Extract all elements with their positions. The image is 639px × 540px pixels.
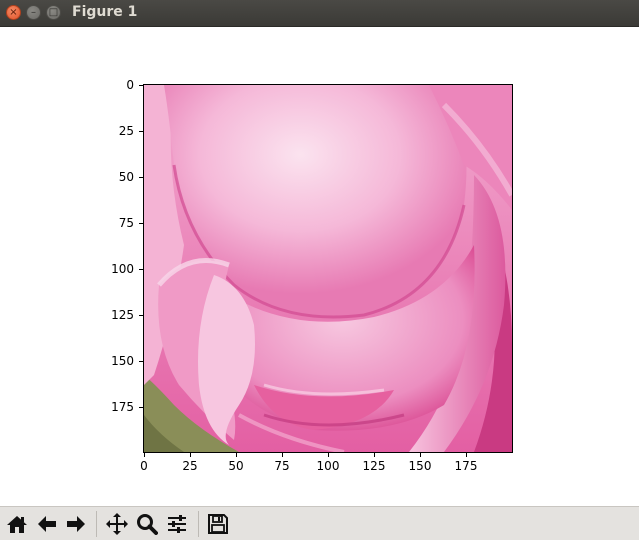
y-tick-label: 25 xyxy=(118,124,134,138)
y-tick-mark xyxy=(139,131,143,132)
x-tick-mark xyxy=(328,453,329,457)
y-tick-label: 175 xyxy=(111,400,134,414)
x-tick-label: 175 xyxy=(454,459,478,473)
zoom-button[interactable] xyxy=(134,511,160,537)
zoom-icon xyxy=(137,514,158,535)
y-tick-label: 75 xyxy=(118,216,134,230)
forward-arrow-icon xyxy=(67,516,85,532)
x-tick-label: 50 xyxy=(228,459,244,473)
y-tick-mark xyxy=(139,407,143,408)
x-tick-label: 100 xyxy=(316,459,340,473)
y-tick-label: 100 xyxy=(111,262,134,276)
x-tick-label: 125 xyxy=(362,459,386,473)
toolbar-separator xyxy=(96,511,97,537)
x-tick-mark xyxy=(282,453,283,457)
x-tick-mark xyxy=(420,453,421,457)
back-arrow-icon xyxy=(38,516,56,532)
save-icon xyxy=(208,514,228,534)
pan-icon xyxy=(106,513,128,535)
x-tick-label: 25 xyxy=(182,459,198,473)
maximize-window-button[interactable]: □ xyxy=(46,5,61,20)
y-tick-mark xyxy=(139,85,143,86)
x-tick-mark xyxy=(374,453,375,457)
window-title: Figure 1 xyxy=(72,4,138,20)
rose-image xyxy=(144,85,512,452)
x-tick-label: 150 xyxy=(408,459,432,473)
y-tick-label: 50 xyxy=(118,170,134,184)
pan-button[interactable] xyxy=(104,511,130,537)
x-tick-label: 0 xyxy=(140,459,148,473)
toolbar-separator xyxy=(198,511,199,537)
y-tick-mark xyxy=(139,223,143,224)
close-icon: × xyxy=(9,6,18,18)
x-tick-label: 75 xyxy=(274,459,290,473)
forward-button[interactable] xyxy=(63,511,89,537)
window-titlebar: × – □ Figure 1 xyxy=(0,0,639,27)
maximize-icon: □ xyxy=(48,6,59,18)
y-tick-mark xyxy=(139,177,143,178)
x-tick-mark xyxy=(236,453,237,457)
y-tick-label: 125 xyxy=(111,308,134,322)
minimize-window-button[interactable]: – xyxy=(26,5,41,20)
back-button[interactable] xyxy=(34,511,60,537)
subplots-config-icon xyxy=(168,515,186,533)
y-tick-label: 0 xyxy=(126,78,134,92)
y-tick-mark xyxy=(139,315,143,316)
y-tick-label: 150 xyxy=(111,354,134,368)
minimize-icon: – xyxy=(31,6,36,18)
configure-subplots-button[interactable] xyxy=(164,511,190,537)
navigation-toolbar xyxy=(0,506,639,540)
y-tick-mark xyxy=(139,269,143,270)
close-window-button[interactable]: × xyxy=(6,5,21,20)
image-axes[interactable] xyxy=(143,84,513,453)
x-tick-mark xyxy=(190,453,191,457)
x-tick-mark xyxy=(466,453,467,457)
x-tick-mark xyxy=(144,453,145,457)
y-tick-mark xyxy=(139,361,143,362)
home-button[interactable] xyxy=(4,511,30,537)
home-icon xyxy=(7,516,27,533)
save-button[interactable] xyxy=(205,511,231,537)
